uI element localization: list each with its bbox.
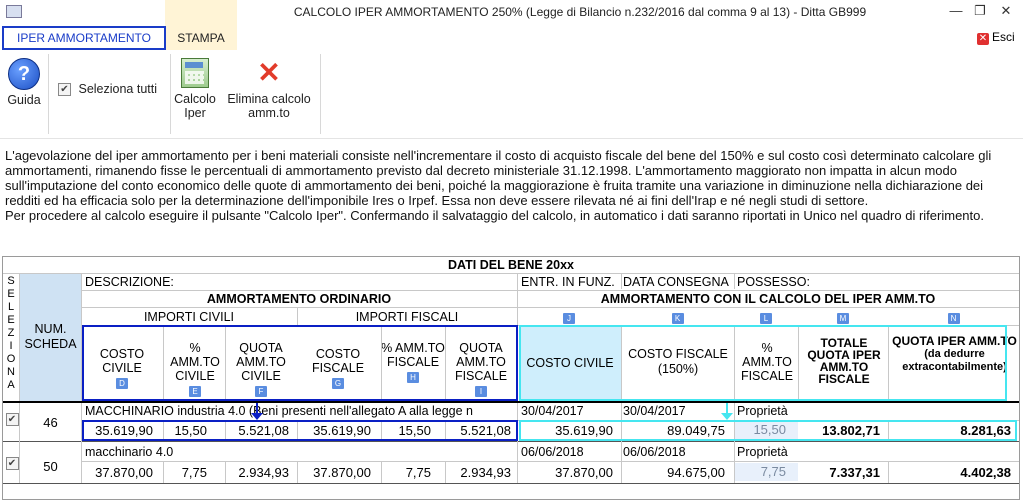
description-paragraph-1: L'agevolazione del iper ammortamento per… xyxy=(5,148,992,208)
row-entr-funz[interactable]: 06/06/2018 xyxy=(521,445,621,459)
esci-label: Esci xyxy=(992,30,1015,44)
importi-civili-header: IMPORTI CIVILI xyxy=(143,310,235,324)
highlight-ordinario-row xyxy=(82,420,518,441)
entr-funz-header: ENTR. IN FUNZ. xyxy=(521,275,615,289)
column-letter-k: K xyxy=(671,313,684,324)
row-perc-iper: 7,75 xyxy=(734,463,798,481)
row-descrizione[interactable]: MACCHINARIO industria 4.0 (Beni presenti… xyxy=(85,404,515,418)
row-totale-quota: 7.337,31 xyxy=(829,465,880,480)
elimina-calcolo-button[interactable]: ✕ Elimina calcolo amm.to xyxy=(222,57,316,121)
tab-iper-ammortamento[interactable]: IPER AMMORTAMENTO xyxy=(2,26,166,50)
exit-icon: ✕ xyxy=(977,33,989,45)
checkbox-icon: ✔ xyxy=(58,83,71,97)
seleziona-tutti-checkbox[interactable]: ✔ Seleziona tutti xyxy=(58,82,158,97)
highlight-iper-header xyxy=(519,325,1007,401)
elimina-label-2: amm.to xyxy=(248,106,290,120)
blue-arrow-head-icon xyxy=(251,413,263,420)
column-letter-l: L xyxy=(760,313,772,324)
elimina-label-1: Elimina calcolo xyxy=(227,92,311,106)
delete-icon: ✕ xyxy=(257,57,281,88)
row-possesso[interactable]: Proprietà xyxy=(737,445,857,459)
column-letter-n: N xyxy=(947,313,960,324)
row-entr-funz[interactable]: 30/04/2017 xyxy=(521,404,621,418)
seleziona-tutti-label: Seleziona tutti xyxy=(78,82,158,96)
row-num-scheda: 50 xyxy=(43,459,58,474)
row-data-consegna[interactable]: 06/06/2018 xyxy=(623,445,733,459)
calcolo-iper-button[interactable]: Calcolo Iper xyxy=(170,58,220,120)
guida-label: Guida xyxy=(7,93,41,107)
table-title: DATI DEL BENE 20xx xyxy=(448,258,574,272)
possesso-header: POSSESSO: xyxy=(737,275,810,289)
calcolo-label-2: Iper xyxy=(184,106,206,120)
toolbar-separator xyxy=(48,54,49,134)
toolbar: ? Guida ✔ Seleziona tutti Calcolo Iper ✕… xyxy=(0,50,1023,139)
row-possesso[interactable]: Proprietà xyxy=(737,404,857,418)
row-costo-civile-iper: 37.870,00 xyxy=(555,465,613,480)
row-perc-civile[interactable]: 7,75 xyxy=(163,465,207,480)
window-title: CALCOLO IPER AMMORTAMENTO 250% (Legge di… xyxy=(293,5,867,19)
data-consegna-header: DATA CONSEGNA xyxy=(623,275,729,289)
amm-ordinario-header: AMMORTAMENTO ORDINARIO xyxy=(206,292,392,306)
row-costo-fiscale-150: 94.675,00 xyxy=(667,465,725,480)
esci-button[interactable]: ✕ Esci xyxy=(977,30,1015,45)
description-paragraph-2: Per procedere al calcolo eseguire il pul… xyxy=(5,208,984,223)
highlight-iper-row xyxy=(519,420,1017,441)
help-icon: ? xyxy=(8,58,40,90)
row-costo-fiscale[interactable]: 37.870,00 xyxy=(297,465,371,480)
row-quota-fiscale: 2.934,93 xyxy=(460,465,511,480)
restore-button[interactable]: ❐ xyxy=(966,2,994,20)
column-letter-j: J xyxy=(563,313,575,324)
row-quota-civile: 2.934,93 xyxy=(238,465,289,480)
close-window-button[interactable]: ✕ xyxy=(992,2,1020,20)
importi-fiscali-header: IMPORTI FISCALI xyxy=(355,310,459,324)
row-num-scheda: 46 xyxy=(43,415,58,430)
column-letter-m: M xyxy=(837,313,849,324)
num-scheda-header: NUM. SCHEDA xyxy=(20,274,81,402)
highlight-ordinario-header xyxy=(82,325,518,401)
description-text: L'agevolazione del iper ammortamento per… xyxy=(5,148,1017,223)
tab-stampa[interactable]: STAMPA xyxy=(165,28,237,48)
row-data-consegna[interactable]: 30/04/2017 xyxy=(623,404,733,418)
row-descrizione[interactable]: macchinario 4.0 xyxy=(85,445,515,459)
row-checkbox[interactable]: ✔ xyxy=(5,456,19,471)
row-perc-fiscale[interactable]: 7,75 xyxy=(381,465,431,480)
row-costo-civile[interactable]: 37.870,00 xyxy=(83,465,153,480)
amm-iper-header: AMMORTAMENTO CON IL CALCOLO DEL IPER AMM… xyxy=(600,292,936,306)
app-icon xyxy=(6,5,22,18)
ribbon-tabs: IPER AMMORTAMENTO STAMPA ✕ Esci xyxy=(0,0,1023,68)
row-checkbox[interactable]: ✔ xyxy=(5,412,19,427)
row-quota-iper: 4.402,38 xyxy=(960,465,1011,480)
cyan-arrow-head-icon xyxy=(721,413,733,420)
toolbar-separator xyxy=(320,54,321,134)
calcolo-label-1: Calcolo xyxy=(174,92,216,106)
title-bar: CALCOLO IPER AMMORTAMENTO 250% (Legge di… xyxy=(0,0,1023,24)
guida-button[interactable]: ? Guida xyxy=(4,58,44,107)
descrizione-header: DESCRIZIONE: xyxy=(85,275,174,289)
seleziona-column-header: S E L E Z I O N A xyxy=(6,275,16,391)
calculator-icon xyxy=(181,58,209,88)
beni-table: DATI DEL BENE 20xx S E L E Z I O N A NUM… xyxy=(2,256,1020,500)
